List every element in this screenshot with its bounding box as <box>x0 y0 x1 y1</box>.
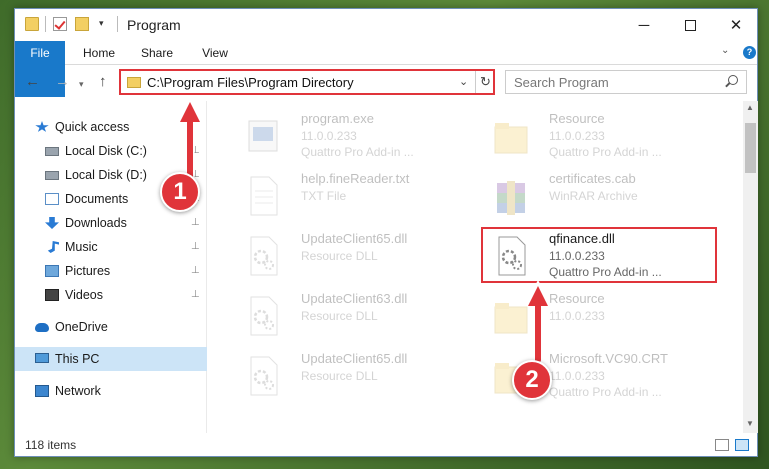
annotation-overlay <box>176 96 552 367</box>
arrow-2 <box>524 280 552 367</box>
step-1-badge: 1 <box>160 172 200 212</box>
arrow-1 <box>176 96 204 183</box>
step-2-badge: 2 <box>512 360 552 400</box>
